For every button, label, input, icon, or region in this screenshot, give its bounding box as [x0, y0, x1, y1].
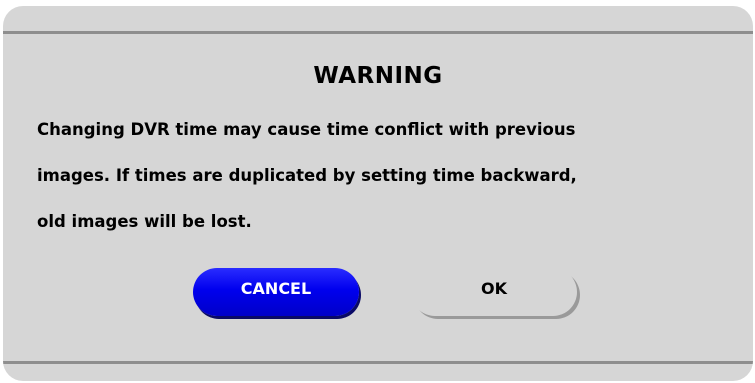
ok-button-label: OK — [481, 279, 507, 298]
top-divider — [3, 31, 753, 34]
warning-message-line-2: images. If times are duplicated by setti… — [37, 166, 577, 185]
warning-message-line-3: old images will be lost. — [37, 212, 252, 231]
warning-dialog: WARNING Changing DVR time may cause time… — [3, 6, 753, 381]
cancel-button-label: CANCEL — [240, 279, 312, 298]
dialog-title: WARNING — [313, 63, 443, 89]
warning-message-line-1: Changing DVR time may cause time conflic… — [37, 120, 576, 139]
cancel-button[interactable]: CANCEL — [193, 268, 359, 316]
bottom-divider — [3, 361, 753, 364]
ok-button[interactable]: OK — [411, 268, 577, 316]
